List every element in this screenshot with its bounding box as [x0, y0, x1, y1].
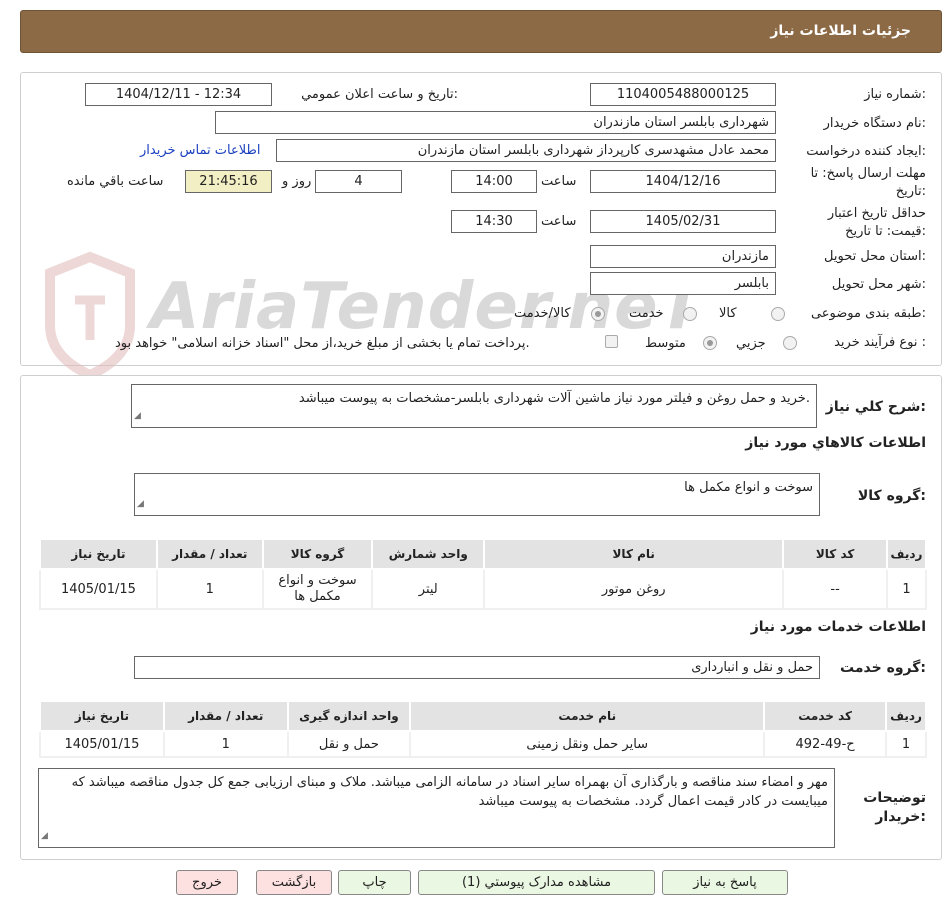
process-option-medium: متوسط	[645, 336, 686, 351]
validity-time-field[interactable]: 14:30	[451, 210, 537, 233]
resize-grip-icon[interactable]: ◢	[134, 407, 141, 426]
goods-group-textarea[interactable]: سوخت و انواع مکمل ها ◢	[134, 473, 820, 516]
time-remaining-field: 21:45:16	[185, 170, 272, 193]
reply-button[interactable]: پاسخ به نياز	[662, 870, 788, 895]
deadline-date-field[interactable]: 1404/12/16	[590, 170, 776, 193]
goods-col-unit: واحد شمارش	[371, 538, 486, 570]
service-group-field[interactable]: حمل و نقل و انبارداری	[134, 656, 820, 679]
buyer-org-field[interactable]: شهرداری بابلسر استان مازندران	[215, 111, 776, 134]
city-field[interactable]: بابلسر	[590, 272, 776, 295]
resize-grip-icon[interactable]: ◢	[41, 827, 48, 846]
city-label: شهر محل تحويل:	[831, 277, 926, 292]
process-radio-minor[interactable]	[783, 336, 797, 350]
services-cell-unit: حمل و نقل	[286, 730, 412, 758]
validity-label-line2: قيمت: تا تاريخ:	[845, 224, 926, 239]
category-option-goods-service: کالا/خدمت	[514, 306, 571, 321]
goods-cell-need-date: 1405/01/15	[39, 568, 158, 610]
buyer-org-label: نام دستگاه خريدار:	[823, 116, 926, 131]
process-radio-medium[interactable]	[703, 336, 717, 350]
print-button[interactable]: چاپ	[338, 870, 411, 895]
goods-col-code: کد کالا	[782, 538, 888, 570]
days-remaining-field[interactable]: 4	[315, 170, 402, 193]
services-table: تاريخ نياز تعداد / مقدار واحد اندازه گير…	[39, 700, 927, 758]
treasury-payment-checkbox[interactable]	[605, 335, 618, 348]
goods-cell-name: روغن موتور	[483, 568, 785, 610]
category-option-service: خدمت	[629, 306, 664, 321]
requester-label: ايجاد کننده درخواست:	[806, 144, 926, 159]
deadline-label-line2: تاريخ:	[895, 184, 926, 199]
exit-button[interactable]: خروج	[176, 870, 238, 895]
goods-cell-code: --	[782, 568, 888, 610]
goods-table-header: تاريخ نياز تعداد / مقدار گروه کالا واحد …	[39, 538, 928, 570]
goods-cell-quantity: 1	[155, 568, 264, 610]
time-remaining-label: ساعت باقي مانده	[67, 174, 164, 189]
deadline-label-line1: مهلت ارسال پاسخ: تا	[810, 166, 926, 181]
treasury-payment-note: پرداخت تمام يا بخشی از مبلغ خريد،از محل …	[115, 336, 530, 351]
need-number-field[interactable]: 1104005488000125	[590, 83, 776, 106]
validity-time-label: ساعت	[541, 214, 577, 229]
goods-col-quantity: تعداد / مقدار	[155, 538, 264, 570]
deadline-time-field[interactable]: 14:00	[451, 170, 537, 193]
back-button[interactable]: بازگشت	[256, 870, 332, 895]
services-table-header: تاريخ نياز تعداد / مقدار واحد اندازه گير…	[39, 700, 927, 732]
services-col-name: نام خدمت	[409, 700, 766, 732]
validity-date-field[interactable]: 1405/02/31	[590, 210, 776, 233]
services-col-code: کد خدمت	[763, 700, 887, 732]
goods-table: تاريخ نياز تعداد / مقدار گروه کالا واحد …	[39, 538, 928, 610]
goods-col-need-date: تاريخ نياز	[39, 538, 158, 570]
requester-field[interactable]: محمد عادل مشهدسری کارپرداز شهرداری بابلس…	[276, 139, 776, 162]
services-section-title: اطلاعات خدمات مورد نياز	[750, 619, 926, 635]
category-radio-goods-service[interactable]	[591, 307, 605, 321]
services-col-row: رديف	[885, 700, 927, 732]
category-radio-goods[interactable]	[771, 307, 785, 321]
attachments-button[interactable]: مشاهده مدارک پيوستي (1)	[418, 870, 655, 895]
buyer-notes-label-line1: توضيحات	[863, 790, 926, 806]
goods-col-group: گروه کالا	[261, 538, 374, 570]
need-number-label: شماره نياز:	[864, 87, 926, 102]
announce-date-label: تاريخ و ساعت اعلان عمومي:	[301, 87, 458, 102]
summary-label: شرح کلي نياز:	[825, 399, 926, 415]
services-cell-quantity: 1	[162, 730, 289, 758]
services-cell-code: ح-49-492	[763, 730, 887, 758]
goods-cell-row: 1	[885, 568, 928, 610]
services-cell-row: 1	[885, 730, 927, 758]
page-title-bar: جزئيات اطلاعات نياز	[20, 10, 942, 53]
buyer-notes-text: مهر و امضاء سند مناقصه و بارگذاری آن بهم…	[71, 775, 828, 809]
services-cell-name: ساير حمل ونقل زمينی	[409, 730, 766, 758]
buyer-notes-label-line2: خريدار:	[875, 809, 926, 825]
category-label: طبقه بندی موضوعی:	[810, 306, 926, 321]
buyer-contact-link[interactable]: اطلاعات تماس خريدار	[140, 143, 260, 158]
goods-group-text: سوخت و انواع مکمل ها	[684, 480, 813, 495]
announce-date-field[interactable]: 1404/12/11 - 12:34	[85, 83, 272, 106]
services-col-unit: واحد اندازه گيری	[286, 700, 412, 732]
service-group-label: گروه خدمت:	[840, 660, 926, 676]
deadline-time-label: ساعت	[541, 174, 577, 189]
table-row[interactable]: 1405/01/15 1 سوخت و انواع مکمل ها ليتر ر…	[39, 568, 928, 610]
goods-col-name: نام کالا	[483, 538, 785, 570]
services-col-quantity: تعداد / مقدار	[162, 700, 289, 732]
buyer-notes-textarea[interactable]: مهر و امضاء سند مناقصه و بارگذاری آن بهم…	[38, 768, 835, 848]
category-option-goods: کالا	[719, 306, 737, 321]
summary-textarea[interactable]: خريد و حمل روغن و فيلتر مورد نياز ماشين …	[131, 384, 817, 428]
goods-col-row: رديف	[885, 538, 928, 570]
province-field[interactable]: مازندران	[590, 245, 776, 268]
category-radio-service[interactable]	[683, 307, 697, 321]
page-title: جزئيات اطلاعات نياز	[770, 23, 911, 39]
resize-grip-icon[interactable]: ◢	[137, 495, 144, 514]
validity-label-line1: حداقل تاريخ اعتبار	[827, 206, 926, 221]
process-label: نوع فرآيند خريد :	[834, 335, 926, 350]
table-row[interactable]: 1405/01/15 1 حمل و نقل ساير حمل ونقل زمي…	[39, 730, 927, 758]
goods-section-title: اطلاعات کالاهاي مورد نياز	[745, 435, 926, 451]
days-label: روز و	[282, 174, 312, 189]
goods-cell-unit: ليتر	[371, 568, 486, 610]
process-option-minor: جزيي	[736, 336, 766, 351]
services-cell-need-date: 1405/01/15	[39, 730, 165, 758]
goods-cell-group: سوخت و انواع مکمل ها	[261, 568, 374, 610]
summary-text: خريد و حمل روغن و فيلتر مورد نياز ماشين …	[298, 391, 810, 406]
goods-group-label: گروه کالا:	[857, 488, 926, 504]
province-label: استان محل تحويل:	[824, 249, 926, 264]
services-col-need-date: تاريخ نياز	[39, 700, 165, 732]
